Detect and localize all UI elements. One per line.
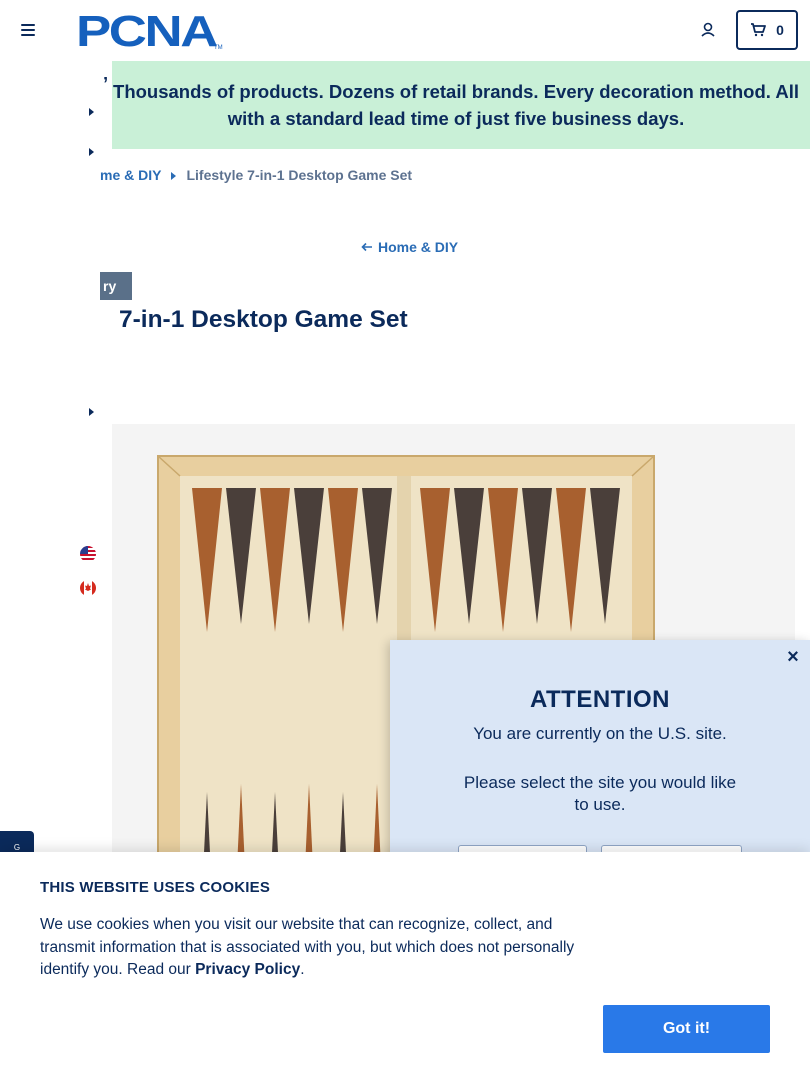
back-link-label: Home & DIY xyxy=(378,239,459,255)
privacy-policy-link[interactable]: Privacy Policy xyxy=(195,961,300,978)
logo-text: PCNA xyxy=(76,8,217,52)
product-title: 7-in-1 Desktop Game Set xyxy=(119,306,408,333)
cart-count: 0 xyxy=(776,22,784,38)
modal-current-site-text: You are currently on the U.S. site. xyxy=(473,724,727,743)
cart-icon xyxy=(751,23,766,37)
cookie-text: We use cookies when you visit our websit… xyxy=(40,914,610,982)
cookie-title: THIS WEBSITE USES COOKIES xyxy=(40,879,271,896)
got-it-button[interactable]: Got it! xyxy=(603,1005,770,1053)
promo-text: Thousands of products. Dozens of retail … xyxy=(113,81,799,129)
promo-banner: Thousands of products. Dozens of retail … xyxy=(112,61,810,149)
hamburger-menu-icon[interactable] xyxy=(20,22,36,38)
category-badge: ry xyxy=(100,272,132,300)
canada-flag-icon[interactable] xyxy=(80,580,96,596)
breadcrumb-parent[interactable]: me & DIY xyxy=(100,167,161,183)
user-icon[interactable] xyxy=(699,21,717,39)
modal-instruction-text: Please select the site you would like to… xyxy=(463,773,737,814)
cookie-text-end: . xyxy=(300,961,305,978)
arrow-left-icon xyxy=(361,242,372,252)
cart-button[interactable]: 0 xyxy=(736,10,798,50)
category-badge-label: ry xyxy=(103,278,117,294)
caret-right-icon[interactable] xyxy=(89,108,94,116)
close-icon[interactable]: × xyxy=(784,646,802,668)
logo-tm: TM xyxy=(214,45,223,51)
breadcrumb-separator-icon xyxy=(171,171,177,180)
pcna-logo[interactable]: PCNA TM xyxy=(76,8,226,52)
caret-right-icon[interactable] xyxy=(89,148,94,156)
promo-lead-mark: ’ xyxy=(103,73,109,94)
caret-right-icon[interactable] xyxy=(89,408,94,416)
side-tab-label: G xyxy=(13,843,21,852)
site-header: PCNA TM 0 xyxy=(0,0,810,60)
us-flag-icon[interactable] xyxy=(80,546,96,562)
breadcrumb: me & DIY Lifestyle 7-in-1 Desktop Game S… xyxy=(100,167,412,183)
back-link[interactable]: Home & DIY xyxy=(361,239,458,255)
site-selector-modal xyxy=(390,640,810,870)
cookie-body: We use cookies when you visit our websit… xyxy=(40,916,575,978)
breadcrumb-current: Lifestyle 7-in-1 Desktop Game Set xyxy=(186,167,413,183)
modal-title: ATTENTION xyxy=(529,686,671,713)
